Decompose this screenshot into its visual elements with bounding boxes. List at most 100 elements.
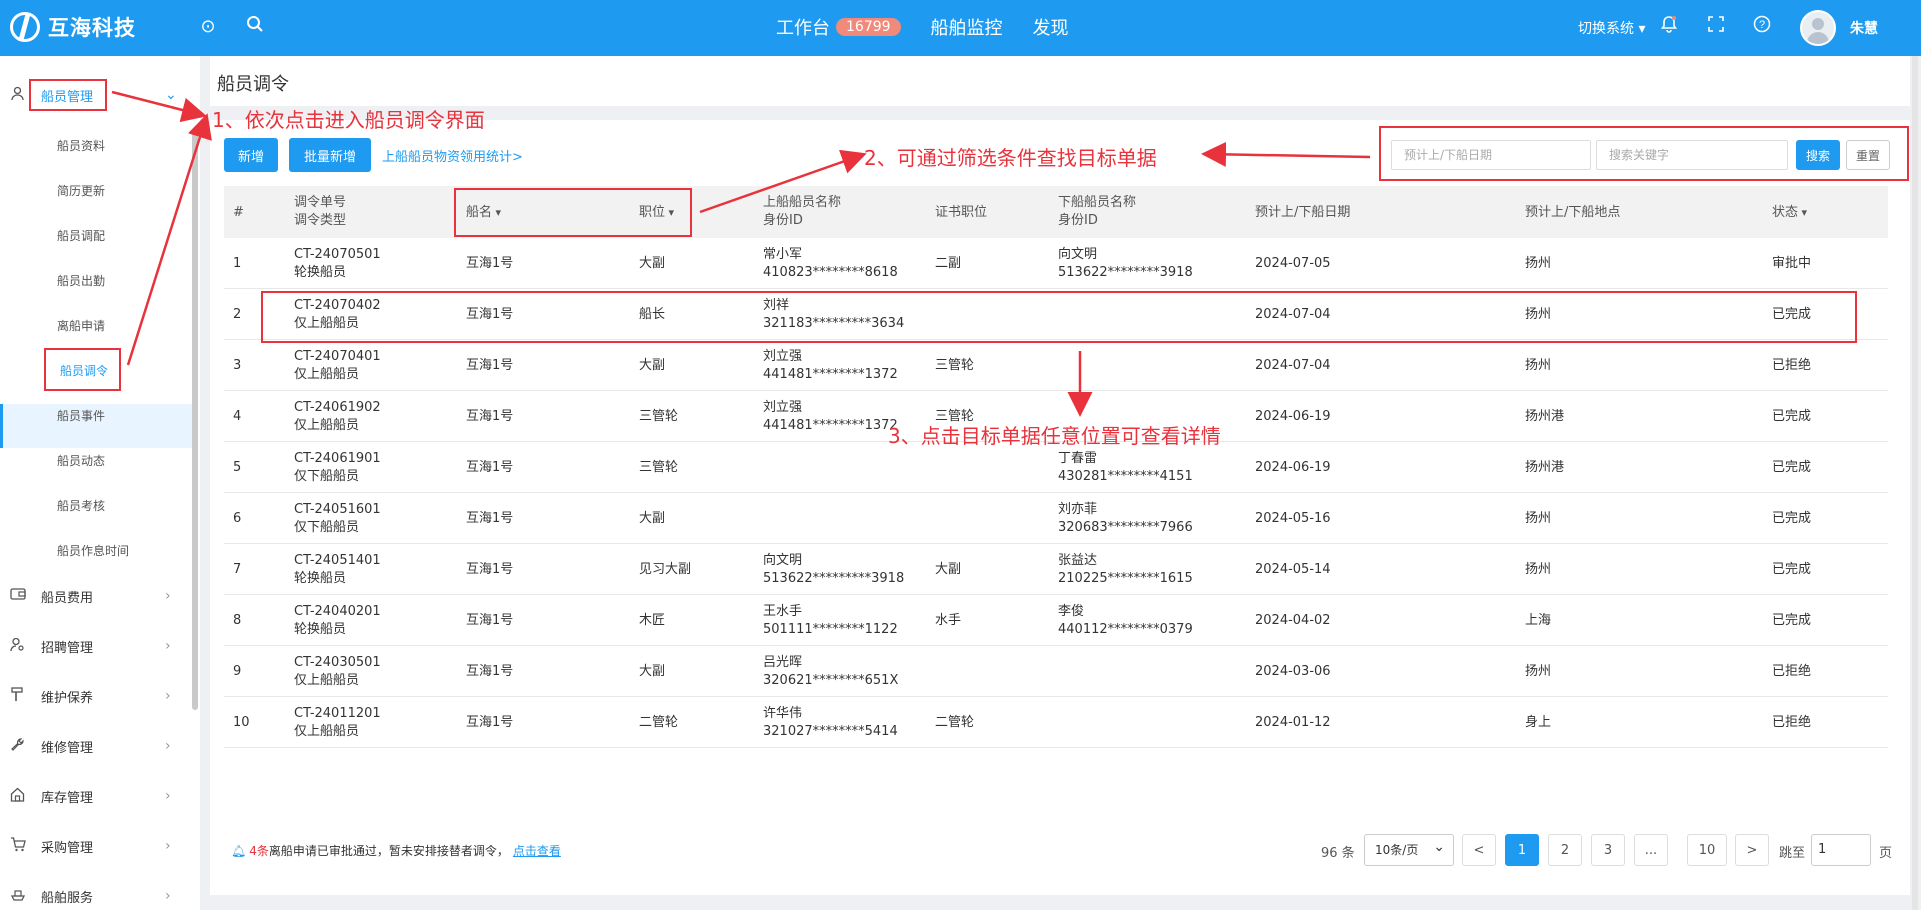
- logo[interactable]: 互海科技: [10, 12, 136, 42]
- cell-off-id: 210225********1615: [1058, 571, 1193, 586]
- cell-pos: 二管轮: [639, 715, 679, 730]
- page-button-2[interactable]: 2: [1548, 834, 1582, 866]
- table-row[interactable]: 7 CT-24051401 轮换船员 互海1号 见习大副 向文明 513622*******…: [224, 544, 1888, 595]
- cell-idx: 1: [233, 256, 242, 271]
- cart-icon: [10, 836, 26, 856]
- cell-status: 已完成: [1772, 511, 1812, 526]
- bell-icon[interactable]: [1657, 15, 1681, 39]
- table-row[interactable]: 3 CT-24070401 仅上船船员 互海1号 大副 刘立强 441481********…: [224, 340, 1888, 391]
- cell-date: 2024-05-14: [1255, 562, 1331, 577]
- cell-date: 2024-06-19: [1255, 409, 1331, 424]
- annotation-step2: 2、可通过筛选条件查找目标单据: [864, 146, 1157, 170]
- sidebar-item-crew-events[interactable]: 船员事件: [57, 407, 105, 424]
- table-row[interactable]: 8 CT-24040201 轮换船员 互海1号 木匠 王水手 501111********1…: [224, 595, 1888, 646]
- help-icon[interactable]: ?: [1750, 15, 1774, 39]
- page-scrollbar[interactable]: [1912, 56, 1918, 910]
- back-circle-icon[interactable]: ⊙: [196, 15, 220, 39]
- nav-discover[interactable]: 发现: [1033, 14, 1069, 40]
- cell-status: 审批中: [1772, 256, 1812, 271]
- page-title: 船员调令: [217, 74, 289, 95]
- sidebar-group-label: 招聘管理: [41, 640, 94, 656]
- sidebar-item-leave-request[interactable]: 离船申请: [57, 317, 105, 334]
- notice-view-link[interactable]: 点击查看: [513, 842, 561, 859]
- switch-system-dropdown[interactable]: 切换系统 ▾: [1578, 18, 1645, 38]
- page-button-3[interactable]: 3: [1591, 834, 1625, 866]
- col-on-name-header: 上船船员名称: [763, 195, 842, 210]
- table-row[interactable]: 10 CT-24011201 仅上船船员 互海1号 二管轮 许华伟 321027******…: [224, 697, 1888, 748]
- cell-ship: 互海1号: [466, 511, 514, 526]
- cell-idx: 10: [233, 715, 250, 730]
- table-row[interactable]: 9 CT-24030501 仅上船船员 互海1号 大副 吕光晖 320621********…: [224, 646, 1888, 697]
- sidebar-item-crew-assessment[interactable]: 船员考核: [57, 497, 105, 514]
- sidebar-item-crew-attendance[interactable]: 船员出勤: [57, 272, 105, 289]
- sidebar-item-resume-update[interactable]: 简历更新: [57, 182, 105, 199]
- col-status-filter[interactable]: 状态: [1772, 204, 1807, 221]
- cell-ship: 互海1号: [466, 664, 514, 679]
- prev-page-button[interactable]: <: [1462, 834, 1496, 866]
- annotation-box-filters: [1379, 126, 1909, 181]
- cell-on-id: 441481********1372: [763, 367, 898, 382]
- notice-count: 4条: [249, 844, 269, 858]
- next-page-button[interactable]: >: [1735, 834, 1769, 866]
- fullscreen-icon[interactable]: [1704, 15, 1728, 39]
- cell-on-name: 刘立强: [763, 400, 803, 415]
- table-row[interactable]: 1 CT-24070501 轮换船员 互海1号 大副 常小军 410823********8…: [224, 238, 1888, 289]
- add-button[interactable]: 新增: [224, 138, 278, 172]
- nav-ship-monitor-label: 船舶监控: [930, 18, 1003, 39]
- col-on-id-header: 身份ID: [763, 213, 803, 228]
- cell-status: 已拒绝: [1772, 664, 1812, 679]
- sidebar-scrollbar[interactable]: [192, 130, 198, 710]
- sidebar-group-inventory[interactable]: 库存管理 ›: [0, 781, 180, 811]
- cell-pos: 大副: [639, 358, 666, 373]
- sidebar-group-recruitment[interactable]: 招聘管理 ›: [0, 631, 180, 661]
- page-ellipsis[interactable]: ...: [1634, 834, 1668, 866]
- sidebar-group-repair[interactable]: 维修管理 ›: [0, 731, 180, 761]
- cell-on-id: 513622*********3918: [763, 571, 905, 586]
- page-button-10[interactable]: 10: [1687, 834, 1727, 866]
- cell-date: 2024-05-16: [1255, 511, 1331, 526]
- annotation-step1: 1、依次点击进入船员调令界面: [212, 108, 485, 132]
- col-place-header: 预计上/下船地点: [1525, 205, 1621, 220]
- cell-type: 轮换船员: [294, 622, 347, 637]
- supply-stats-link[interactable]: 上船船员物资领用统计>: [382, 146, 523, 165]
- cell-pos: 木匠: [639, 613, 666, 628]
- jump-page-input[interactable]: 1: [1811, 834, 1871, 866]
- page-title-bar: 船员调令: [210, 56, 1910, 106]
- cell-place: 扬州港: [1525, 460, 1565, 475]
- cell-no: CT-24051601: [294, 502, 381, 517]
- wallet-icon: [10, 587, 26, 605]
- table-row[interactable]: 5 CT-24061901 仅下船船员 互海1号 三管轮 丁春雷 430281*******…: [224, 442, 1888, 493]
- sidebar-group-purchase[interactable]: 采购管理 ›: [0, 831, 180, 861]
- cell-place: 扬州: [1525, 562, 1552, 577]
- cell-status: 已完成: [1772, 613, 1812, 628]
- cell-no: CT-24070401: [294, 349, 381, 364]
- cell-type: 仅上船船员: [294, 418, 360, 433]
- cell-place: 扬州: [1525, 256, 1552, 271]
- avatar[interactable]: [1800, 10, 1836, 46]
- cell-no: CT-24061901: [294, 451, 381, 466]
- cell-off-name: 刘亦菲: [1058, 502, 1098, 517]
- cell-type: 仅上船船员: [294, 367, 360, 382]
- cell-cert: 三管轮: [935, 358, 975, 373]
- nav-workbench[interactable]: 工作台 16799: [776, 14, 901, 40]
- cell-status: 已完成: [1772, 562, 1812, 577]
- search-icon[interactable]: [243, 15, 267, 39]
- cell-ship: 互海1号: [466, 409, 514, 424]
- table-row[interactable]: 6 CT-24051601 仅下船船员 互海1号 大副 刘亦菲 320683********…: [224, 493, 1888, 544]
- sidebar-group-ship-service[interactable]: 船舶服务 ›: [0, 881, 180, 910]
- page-size-select[interactable]: 10条/页: [1364, 832, 1454, 866]
- sidebar-item-crew-profile[interactable]: 船员资料: [57, 137, 105, 154]
- user-name[interactable]: 朱慧: [1850, 18, 1878, 38]
- sidebar-item-crew-allocation[interactable]: 船员调配: [57, 227, 105, 244]
- nav-ship-monitor[interactable]: 船舶监控: [931, 14, 1003, 40]
- chevron-right-icon: ›: [165, 638, 171, 654]
- sidebar-item-crew-dynamics[interactable]: 船员动态: [57, 452, 105, 469]
- sidebar-item-crew-schedule[interactable]: 船员作息时间: [57, 542, 129, 559]
- cell-type: 仅上船船员: [294, 673, 360, 688]
- page-button-1[interactable]: 1: [1505, 834, 1539, 866]
- notice-text: 离船申请已审批通过，暂未安排接替者调令，: [268, 844, 509, 858]
- batch-add-button[interactable]: 批量新增: [289, 138, 371, 172]
- sidebar-group-crew-expense[interactable]: 船员费用 ›: [0, 581, 180, 611]
- sidebar-group-maintenance[interactable]: 维护保养 ›: [0, 681, 180, 711]
- cell-no: CT-24070501: [294, 247, 381, 262]
